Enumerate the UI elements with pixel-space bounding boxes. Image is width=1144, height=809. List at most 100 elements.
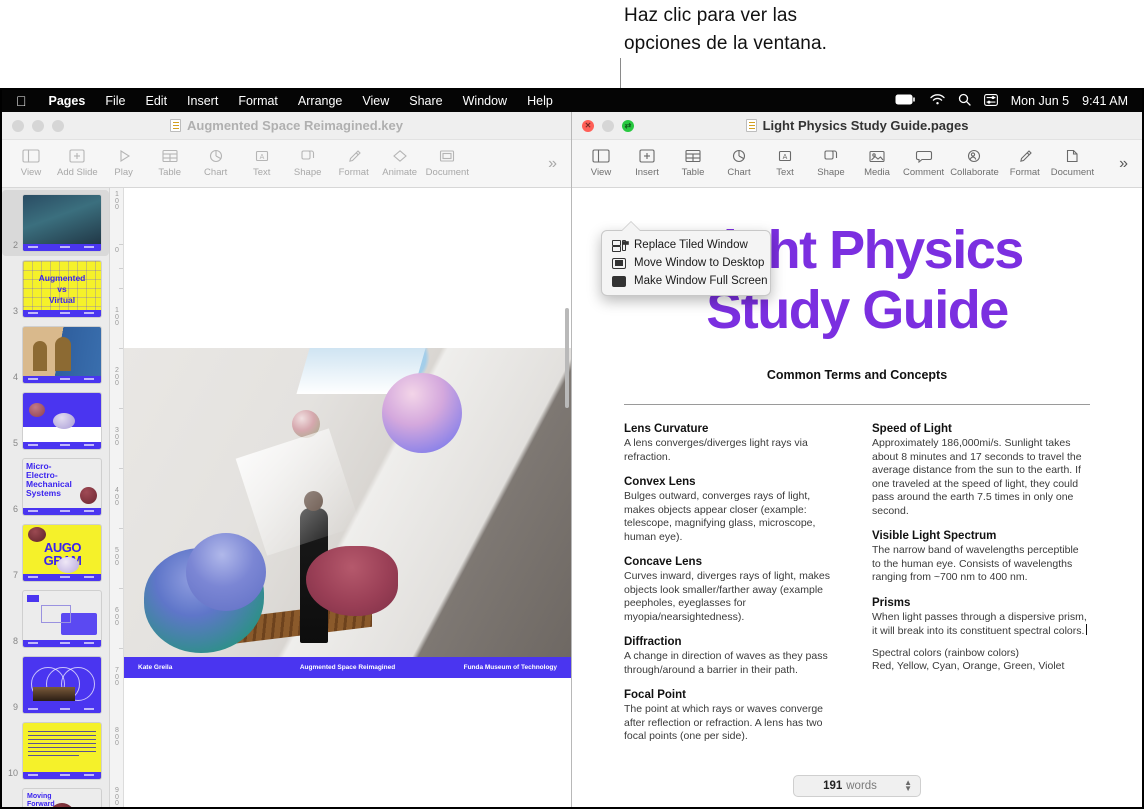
keynote-chart-label: Chart — [204, 167, 228, 178]
window-options-menu[interactable]: Replace Tiled Window Move Window to Desk… — [601, 230, 771, 296]
current-slide[interactable]: Kate Greila Augmented Space Reimagined F… — [124, 348, 571, 678]
term-extra-line-2: Red, Yellow, Cyan, Orange, Green, Violet — [872, 660, 1065, 672]
small-sphere — [292, 410, 320, 438]
menu-item-share[interactable]: Share — [399, 94, 452, 108]
pages-insert-button[interactable]: Insert — [624, 147, 670, 180]
menu-item-edit[interactable]: Edit — [136, 94, 178, 108]
slide-thumbnail-6[interactable]: 6 Micro- Electro- Mechanical Systems — [2, 454, 109, 520]
slide-thumbnail-8[interactable]: 8 — [2, 586, 109, 652]
slide-thumbnail-art: Moving Forward — [22, 788, 102, 807]
search-icon[interactable] — [958, 93, 971, 109]
term-diffraction: Diffraction A change in direction of wav… — [624, 636, 842, 677]
slide-thumbnail-11[interactable]: 11 MovingForward — [2, 784, 109, 807]
slide-thumbnail-3[interactable]: 3 Augmented vs Virtual — [2, 256, 109, 322]
pages-text-button[interactable]: A Text — [762, 147, 808, 180]
apple-icon[interactable]:  — [16, 94, 27, 108]
term-body: The point at which rays or waves converg… — [624, 703, 824, 742]
slide-thumbnail-label: Augmented vs Virtual — [38, 273, 86, 305]
large-sphere — [382, 373, 462, 453]
keynote-toolbar: View Add Slide Play Table Chart A Text S… — [2, 140, 571, 188]
keynote-chart-button[interactable]: Chart — [193, 147, 239, 180]
pages-table-button[interactable]: Table — [670, 147, 716, 180]
slide-thumbnail-7[interactable]: 7 AUGOGRAM — [2, 520, 109, 586]
menu-item-file[interactable]: File — [95, 94, 135, 108]
slide-thumbnail-10[interactable]: 10 — [2, 718, 109, 784]
pages-chart-button[interactable]: Chart — [716, 147, 762, 180]
menu-item-replace-tiled-window[interactable]: Replace Tiled Window — [602, 236, 770, 254]
slide-thumbnail-art — [22, 326, 102, 384]
keynote-format-button[interactable]: Format — [331, 147, 377, 180]
menu-item-help[interactable]: Help — [517, 94, 563, 108]
desktop-window:  Pages File Edit Insert Format Arrange … — [0, 88, 1144, 809]
pages-format-button[interactable]: Format — [1002, 147, 1048, 180]
blue-blob — [186, 533, 266, 611]
menu-item-move-window-to-desktop[interactable]: Move Window to Desktop — [602, 254, 770, 272]
callout-line-2: opciones de la ventana. — [624, 33, 828, 54]
menu-item-arrange[interactable]: Arrange — [288, 94, 352, 108]
menu-item-app[interactable]: Pages — [39, 94, 96, 108]
term-body: A lens converges/diverges light rays via… — [624, 437, 808, 463]
slide-thumbnail-5[interactable]: 5 — [2, 388, 109, 454]
menu-item-window[interactable]: Window — [453, 94, 517, 108]
menu-item-view[interactable]: View — [352, 94, 399, 108]
canvas-scrollbar[interactable] — [565, 308, 569, 408]
pages-toolbar-overflow-icon[interactable]: » — [1119, 155, 1136, 173]
pages-document-label: Document — [1050, 167, 1095, 178]
pages-media-button[interactable]: Media — [854, 147, 900, 180]
term-title: Concave Lens — [624, 556, 702, 568]
keynote-shape-button[interactable]: Shape — [285, 147, 331, 180]
keynote-document-icon — [169, 119, 181, 132]
word-count-badge[interactable]: 191 words ▲ ▼ — [793, 775, 921, 797]
keynote-title-bar[interactable]: Augmented Space Reimagined.key — [2, 112, 571, 140]
pages-view-button[interactable]: View — [578, 147, 624, 180]
pages-toolbar: View Insert Table Chart A Text Shape Med… — [572, 140, 1142, 188]
word-count-stepper-icon[interactable]: ▲ ▼ — [904, 779, 912, 793]
battery-icon[interactable] — [895, 94, 917, 108]
slide-thumbnail-9[interactable]: 9 — [2, 652, 109, 718]
pages-comment-button[interactable]: Comment — [900, 147, 947, 180]
chart-icon — [730, 149, 748, 165]
pages-title-bar[interactable]: ✕ ⇄ Light Physics Study Guide.pages — [572, 112, 1142, 140]
keynote-window[interactable]: Augmented Space Reimagined.key View Add … — [2, 112, 572, 807]
keynote-text-button[interactable]: A Text — [239, 147, 285, 180]
menu-item-make-window-full-screen[interactable]: Make Window Full Screen — [602, 272, 770, 290]
pages-collaborate-button[interactable]: Collaborate — [947, 147, 1002, 180]
pages-view-label: View — [590, 167, 612, 178]
keynote-play-button[interactable]: Play — [101, 147, 147, 180]
menu-item-insert[interactable]: Insert — [177, 94, 228, 108]
pages-title: Light Physics Study Guide.pages — [572, 118, 1142, 133]
keynote-document-button[interactable]: Document — [423, 147, 472, 180]
control-center-icon[interactable] — [983, 93, 998, 109]
slide-navigator[interactable]: 2 3 Augmented vs Virtual 4 5 6 Micro- El… — [2, 188, 110, 807]
pages-document-icon — [745, 119, 757, 132]
term-body: Approximately 186,000mi/s. Sunlight take… — [872, 437, 1082, 517]
keynote-view-button[interactable]: View — [8, 147, 54, 180]
document-icon — [438, 149, 456, 165]
term-title: Visible Light Spectrum — [872, 530, 997, 542]
pages-document-button[interactable]: Document — [1048, 147, 1097, 180]
keynote-add-slide-button[interactable]: Add Slide — [54, 147, 101, 180]
table-icon — [161, 149, 179, 165]
menubar-date[interactable]: Mon Jun 5 — [1011, 94, 1069, 108]
document-icon — [1063, 149, 1081, 165]
format-brush-icon — [1016, 149, 1034, 165]
view-sidebar-icon — [592, 149, 610, 165]
term-prisms: Prisms When light passes through a dispe… — [872, 597, 1090, 674]
slide-canvas[interactable]: Kate Greila Augmented Space Reimagined F… — [124, 188, 571, 807]
slide-footer: Kate Greila Augmented Space Reimagined F… — [124, 657, 571, 678]
wifi-icon[interactable] — [930, 94, 945, 108]
keynote-table-button[interactable]: Table — [147, 147, 193, 180]
pages-shape-button[interactable]: Shape — [808, 147, 854, 180]
menubar-time[interactable]: 9:41 AM — [1082, 94, 1128, 108]
slide-photo — [124, 348, 571, 657]
slide-thumbnail-4[interactable]: 4 — [2, 322, 109, 388]
keynote-body: 2 3 Augmented vs Virtual 4 5 6 Micro- El… — [2, 188, 571, 807]
keynote-animate-button[interactable]: Animate — [377, 147, 423, 180]
pages-window[interactable]: ✕ ⇄ Light Physics Study Guide.pages View — [572, 112, 1142, 807]
menu-item-format[interactable]: Format — [228, 94, 288, 108]
keynote-toolbar-overflow-icon[interactable]: » — [548, 155, 565, 173]
format-brush-icon — [345, 149, 363, 165]
slide-thumbnail-2[interactable]: 2 — [2, 190, 109, 256]
keynote-play-label: Play — [114, 167, 133, 178]
menu-item-label: Make Window Full Screen — [634, 275, 768, 287]
